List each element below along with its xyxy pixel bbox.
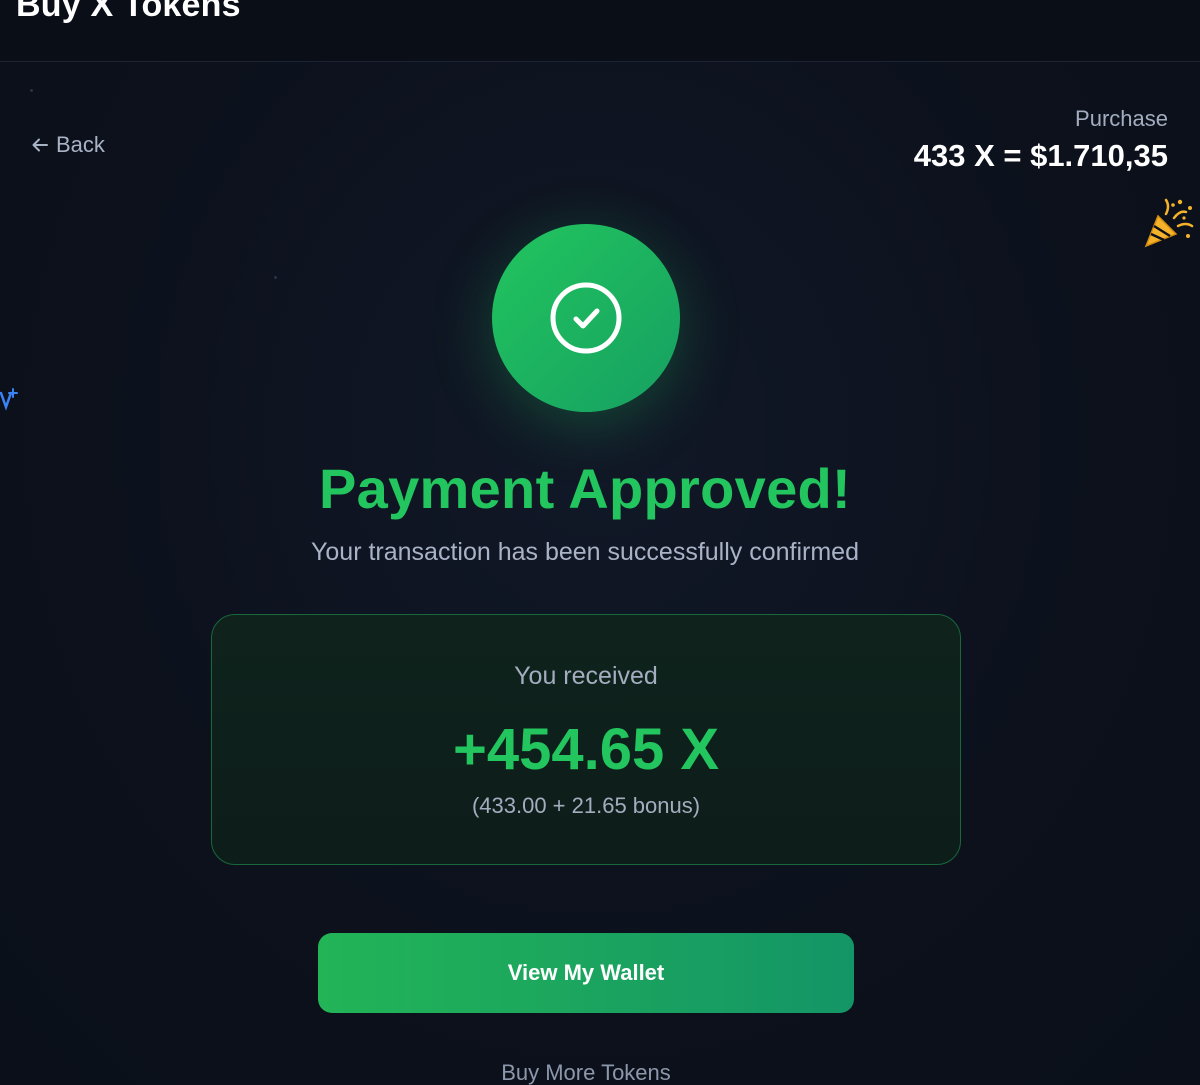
purchase-value: 433 X = $1.710,35	[913, 138, 1168, 173]
purchase-summary: Purchase 433 X = $1.710,35	[914, 106, 1168, 174]
sparkle-icon	[0, 388, 18, 411]
received-breakdown: (433.00 + 21.65 bonus)	[471, 793, 701, 818]
view-wallet-button[interactable]: View My Wallet	[318, 933, 854, 1013]
buy-more-tokens-link[interactable]: Buy More Tokens	[0, 1060, 1172, 1085]
success-badge	[492, 224, 680, 412]
back-link[interactable]: Back	[30, 130, 105, 160]
background-dot	[274, 276, 277, 279]
status-subtitle: Your transaction has been successfully c…	[311, 538, 859, 566]
received-label: You received	[514, 662, 658, 690]
received-card: You received +454.65 X (433.00 + 21.65 b…	[211, 614, 961, 865]
purchase-label: Purchase	[1075, 106, 1168, 131]
top-header: Buy X Tokens	[0, 0, 1200, 62]
payment-success-page: Buy X Tokens Back Purchase 433 X = $1.71…	[0, 0, 1200, 1085]
page-title: Buy X Tokens	[16, 0, 241, 24]
arrow-left-icon	[32, 138, 48, 152]
back-label: Back	[56, 132, 105, 157]
received-amount: +454.65 X	[452, 717, 720, 782]
background-dot	[30, 89, 33, 92]
check-circle-icon	[550, 282, 622, 354]
party-popper-icon	[1144, 198, 1194, 248]
status-title: Payment Approved!	[318, 457, 851, 520]
